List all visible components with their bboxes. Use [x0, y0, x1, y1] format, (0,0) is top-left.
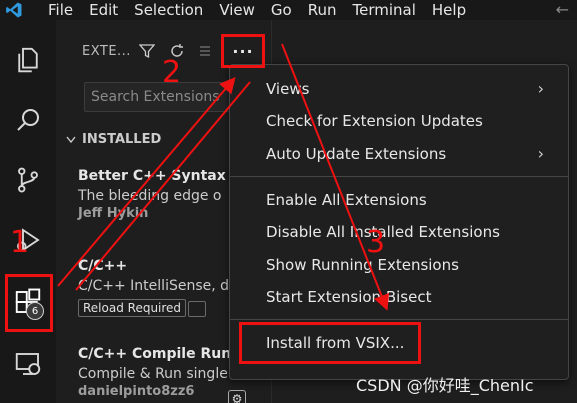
- installed-label: INSTALLED: [82, 132, 162, 147]
- menu-bar: File Edit Selection View Go Run Terminal…: [0, 0, 577, 20]
- menu-go[interactable]: Go: [263, 0, 300, 20]
- menu-item-label: Auto Update Extensions: [266, 145, 447, 163]
- menu-item-label: Views: [266, 80, 310, 98]
- menu-run[interactable]: Run: [300, 0, 345, 20]
- menu-separator: [230, 176, 568, 177]
- menu-separator: [230, 319, 568, 320]
- menu-file[interactable]: File: [28, 0, 81, 20]
- reload-required-button[interactable]: Reload Required: [78, 299, 187, 317]
- menu-view[interactable]: View: [211, 0, 263, 20]
- sidebar-title: EXTE...: [82, 44, 131, 59]
- explorer-icon[interactable]: [0, 34, 56, 86]
- filter-icon[interactable]: [136, 40, 158, 62]
- menu-item-show-running[interactable]: Show Running Extensions: [230, 249, 568, 281]
- step-number-2: 2: [162, 55, 182, 90]
- step-number-3: 3: [366, 225, 386, 260]
- menu-item-label: Check for Extension Updates: [266, 112, 483, 130]
- search-icon[interactable]: [0, 94, 56, 146]
- back-arrow-icon[interactable]: ←: [556, 0, 569, 20]
- menu-item-disable-all[interactable]: Disable All Installed Extensions: [230, 216, 568, 248]
- activity-bar: 6: [0, 20, 56, 403]
- chevron-right-icon: ›: [537, 144, 544, 163]
- watermark: CSDN @你好哇_ChenIc: [356, 376, 534, 395]
- source-control-icon[interactable]: [0, 154, 56, 206]
- menu-item-auto-update[interactable]: Auto Update Extensions ›: [230, 138, 568, 170]
- annotation-box-install-vsix: [239, 322, 421, 364]
- menu-edit[interactable]: Edit: [81, 0, 126, 20]
- menu-terminal[interactable]: Terminal: [345, 0, 424, 20]
- menu-item-label: Show Running Extensions: [266, 256, 459, 274]
- extension-action-icon[interactable]: [188, 301, 207, 317]
- chevron-down-icon: [66, 136, 76, 143]
- chevron-right-icon: ›: [537, 79, 544, 98]
- clear-extensions-icon[interactable]: [196, 40, 218, 62]
- menu-item-enable-all[interactable]: Enable All Extensions: [230, 184, 568, 216]
- menu-help[interactable]: Help: [424, 0, 474, 20]
- menu-item-views[interactable]: Views ›: [230, 73, 568, 105]
- menu-selection[interactable]: Selection: [126, 0, 211, 20]
- annotation-box-more-actions: [221, 34, 265, 68]
- step-number-1: 1: [10, 225, 30, 260]
- annotation-box-extensions: [5, 274, 53, 332]
- menu-item-start-bisect[interactable]: Start Extension Bisect: [230, 281, 568, 313]
- menu-item-label: Start Extension Bisect: [266, 288, 432, 306]
- menu-item-label: Enable All Extensions: [266, 191, 427, 209]
- remote-explorer-icon[interactable]: [0, 338, 56, 390]
- installed-section-header[interactable]: INSTALLED: [66, 132, 161, 147]
- gear-icon[interactable]: ⚙: [228, 390, 246, 403]
- vscode-logo-icon: [0, 0, 28, 20]
- menu-item-check-updates[interactable]: Check for Extension Updates: [230, 105, 568, 137]
